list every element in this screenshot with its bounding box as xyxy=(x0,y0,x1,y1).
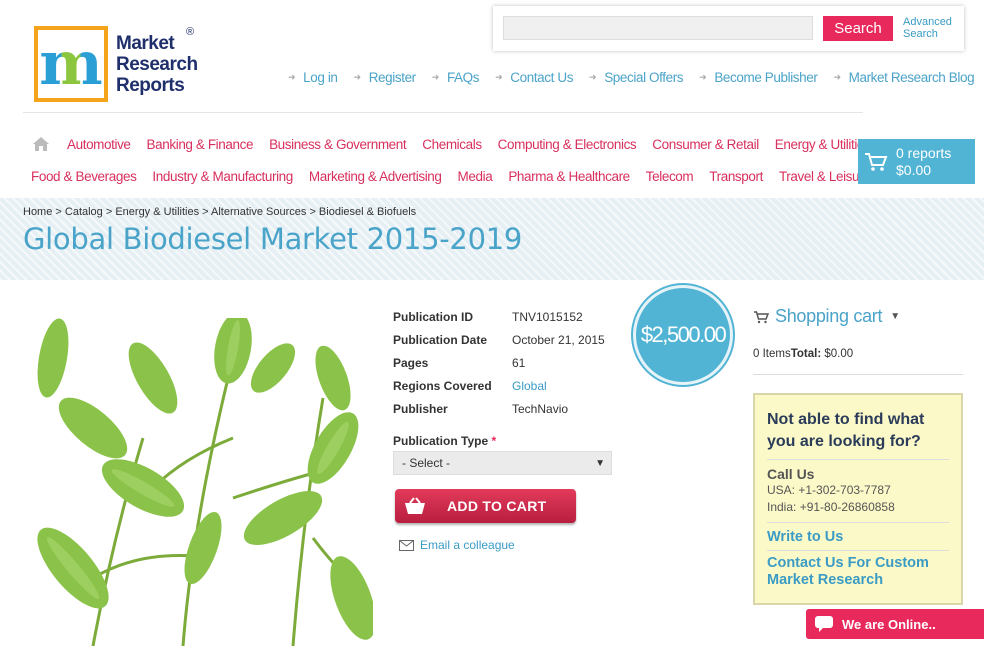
advanced-search-link[interactable]: Advanced Search xyxy=(903,16,952,40)
regions-link[interactable]: Global xyxy=(512,379,547,393)
call-us-heading: Call Us xyxy=(767,466,815,482)
cart-summary: 0 ItemsTotal: $0.00 xyxy=(753,348,854,360)
header-divider xyxy=(23,112,863,113)
register-link[interactable]: ➜ Register xyxy=(353,70,417,85)
publication-date-value: October 21, 2015 xyxy=(512,332,605,347)
logo-mark: m xyxy=(34,26,108,102)
category-chemicals[interactable]: Chemicals xyxy=(422,137,482,152)
arrow-icon: ➜ xyxy=(589,72,597,82)
publisher-value: TechNavio xyxy=(512,401,569,416)
page-title: Global Biodiesel Market 2015-2019 xyxy=(23,222,523,256)
email-colleague-link[interactable]: Email a colleague xyxy=(399,538,515,552)
category-industry-manufacturing[interactable]: Industry & Manufacturing xyxy=(152,169,293,184)
basket-icon xyxy=(395,496,435,516)
registered-mark: ® xyxy=(186,26,195,38)
arrow-icon: ➜ xyxy=(431,72,440,82)
category-banking-finance[interactable]: Banking & Finance xyxy=(147,137,254,152)
logo-wordmark: Market Research Reports xyxy=(116,32,198,96)
category-consumer-retail[interactable]: Consumer & Retail xyxy=(652,137,759,152)
cart-icon xyxy=(865,152,888,171)
arrow-icon: ➜ xyxy=(288,72,296,82)
arrow-icon: ➜ xyxy=(495,72,503,82)
category-nav-row1: Automotive Banking & Finance Business & … xyxy=(67,137,886,152)
faqs-link[interactable]: ➜ FAQs xyxy=(431,70,480,85)
category-automotive[interactable]: Automotive xyxy=(67,137,131,152)
publication-type-select[interactable]: - Select - ▼ xyxy=(393,451,612,475)
publication-id-value: TNV1015152 xyxy=(512,309,583,324)
chat-icon xyxy=(806,615,842,633)
breadcrumb[interactable]: Home > Catalog > Energy & Utilities > Al… xyxy=(23,206,416,218)
blog-link[interactable]: ➜ Market Research Blog xyxy=(833,70,974,85)
publication-type-label: Publication Type * xyxy=(393,434,497,448)
cart-amount: $0.00 xyxy=(896,161,932,178)
publication-id-label: Publication ID xyxy=(393,309,474,324)
arrow-icon: ➜ xyxy=(699,72,707,82)
regions-label: Regions Covered xyxy=(393,378,492,393)
contact-us-link[interactable]: ➜ Contact Us xyxy=(495,70,573,85)
home-icon[interactable] xyxy=(32,136,50,152)
cart-reports-count: 0 reports xyxy=(896,144,952,161)
price-badge: $2,500.00 xyxy=(633,285,733,385)
cart-icon xyxy=(754,310,769,323)
category-telecom[interactable]: Telecom xyxy=(646,169,694,184)
category-marketing-advertising[interactable]: Marketing & Advertising xyxy=(309,169,442,184)
search-input[interactable] xyxy=(503,16,813,40)
pages-label: Pages xyxy=(393,355,429,370)
chevron-down-icon: ▼ xyxy=(890,311,900,322)
become-publisher-link[interactable]: ➜ Become Publisher xyxy=(699,70,818,85)
write-to-us-link[interactable]: Write to Us xyxy=(767,529,949,546)
help-box: Not able to find what you are looking fo… xyxy=(753,393,963,605)
special-offers-link[interactable]: ➜ Special Offers xyxy=(589,70,684,85)
category-travel-leisure[interactable]: Travel & Leisure xyxy=(779,169,871,184)
custom-research-link[interactable]: Contact Us For Custom Market Research xyxy=(767,555,949,589)
search-button[interactable]: Search xyxy=(823,16,893,41)
usa-phone: USA: +1-302-703-7787 xyxy=(767,483,891,497)
india-phone: India: +91-80-26860858 xyxy=(767,500,895,514)
category-transport[interactable]: Transport xyxy=(709,169,763,184)
login-link[interactable]: ➜ Log in xyxy=(288,70,338,85)
category-pharma-healthcare[interactable]: Pharma & Healthcare xyxy=(508,169,630,184)
category-business-government[interactable]: Business & Government xyxy=(269,137,407,152)
help-title: Not able to find what you are looking fo… xyxy=(767,411,925,450)
sidebar-divider xyxy=(753,374,963,375)
arrow-icon: ➜ xyxy=(353,72,362,82)
dropdown-arrow-icon: ▼ xyxy=(595,457,605,469)
pages-value: 61 xyxy=(512,355,526,370)
live-chat-button[interactable]: We are Online.. xyxy=(806,609,984,639)
shopping-cart-heading[interactable]: Shopping cart ▼ xyxy=(753,306,900,327)
arrow-icon: ➜ xyxy=(833,72,841,82)
publication-details: Publication ID TNV1015152 Publication Dat… xyxy=(393,305,605,420)
product-image xyxy=(33,318,373,646)
category-computing-electronics[interactable]: Computing & Electronics xyxy=(498,137,637,152)
search-panel: Search Advanced Search xyxy=(493,6,964,51)
category-energy-utilities[interactable]: Energy & Utilities xyxy=(775,137,871,152)
publication-date-label: Publication Date xyxy=(393,332,488,347)
category-media[interactable]: Media xyxy=(458,169,493,184)
top-links: ➜ Log in ➜ Register ➜ FAQs ➜ Contact Us ➜ Spe… xyxy=(288,70,978,85)
header-cart[interactable]: 0 reports $0.00 xyxy=(858,139,975,184)
category-nav-row2: Food & Beverages Industry & Manufacturin… xyxy=(31,169,871,184)
category-food-beverages[interactable]: Food & Beverages xyxy=(31,169,137,184)
envelope-icon xyxy=(399,539,414,551)
add-to-cart-button[interactable]: ADD TO CART xyxy=(395,489,576,523)
publisher-label: Publisher xyxy=(393,401,448,416)
